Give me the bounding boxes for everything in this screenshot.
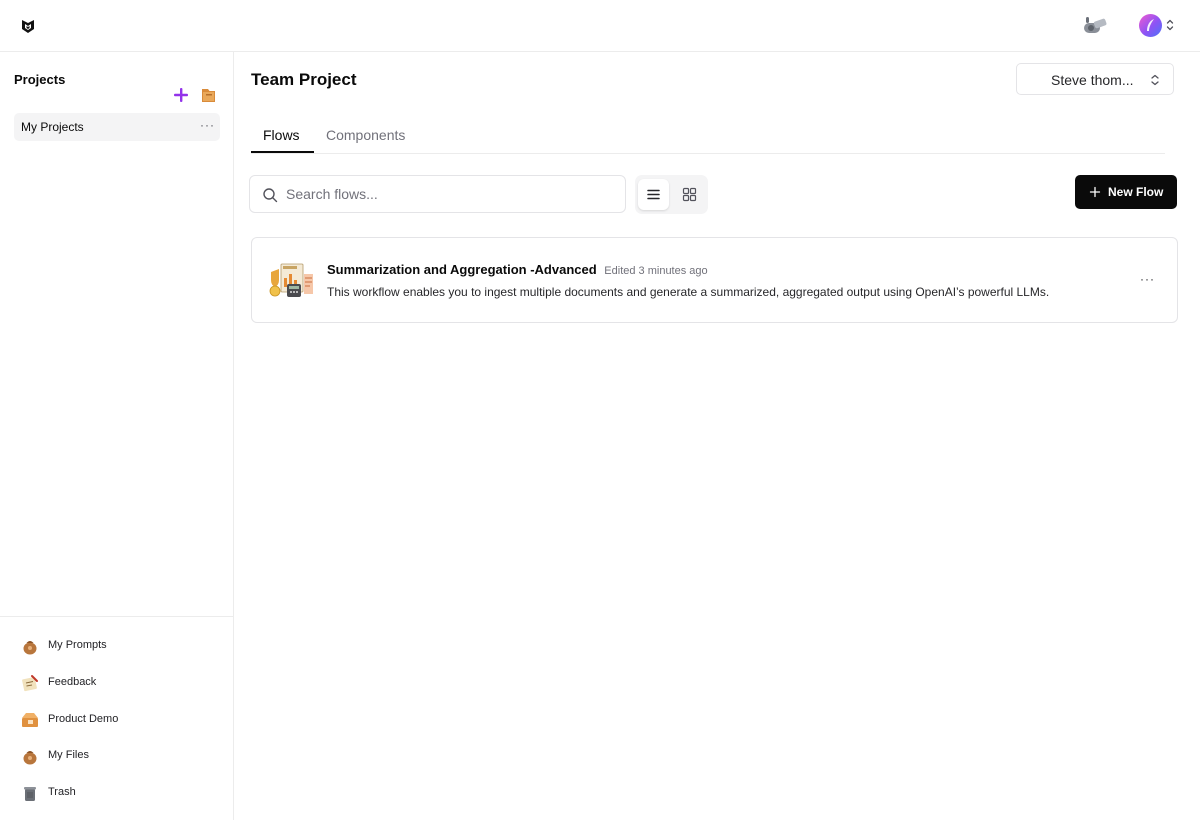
- nav-item-label: Trash: [48, 786, 76, 798]
- flow-title[interactable]: Summarization and Aggregation -Advanced: [327, 262, 597, 277]
- feedback-notepad-icon: [22, 675, 38, 692]
- tab-bar: Flows Components: [251, 116, 1165, 154]
- top-bar: [0, 0, 1200, 52]
- main-content: Team Project Steve thom... Flows Compone…: [234, 52, 1200, 820]
- app-logo-icon[interactable]: [21, 18, 35, 34]
- sidebar: Projects My Projects ··· My Prompts Feed…: [0, 52, 234, 820]
- flow-thumbnail-icon: [269, 263, 313, 297]
- flow-options-menu[interactable]: ···: [1140, 272, 1155, 286]
- nav-item-label: Feedback: [48, 676, 97, 688]
- avatar-feather-icon: [1147, 19, 1154, 31]
- nav-item-my-prompts[interactable]: My Prompts: [20, 635, 220, 657]
- nav-item-label: Product Demo: [48, 713, 119, 725]
- nav-item-trash[interactable]: Trash: [20, 782, 220, 804]
- flow-card[interactable]: Summarization and Aggregation -Advanced …: [251, 237, 1178, 323]
- flow-title-row: Summarization and Aggregation -Advanced …: [327, 262, 708, 277]
- project-options-menu[interactable]: ···: [200, 118, 215, 132]
- chevron-up-down-icon[interactable]: [1165, 18, 1175, 32]
- grid-view-button[interactable]: [674, 179, 705, 210]
- list-view-button[interactable]: [638, 179, 669, 210]
- page-title: Team Project: [251, 70, 357, 89]
- search-input[interactable]: [286, 184, 606, 204]
- user-selector-dropdown[interactable]: Steve thom...: [1016, 63, 1174, 95]
- sidebar-item-label: My Projects: [21, 120, 84, 134]
- chevron-up-down-icon: [1151, 74, 1159, 86]
- files-bag-icon: [23, 751, 37, 765]
- user-selector-value: Steve thom...: [1051, 72, 1134, 88]
- upload-folder-icon[interactable]: [200, 86, 217, 104]
- nav-item-label: My Files: [48, 749, 89, 761]
- new-flow-label: New Flow: [1108, 185, 1164, 199]
- whistle-icon[interactable]: [1082, 14, 1108, 36]
- prompts-bag-icon: [23, 641, 37, 655]
- nav-item-my-files[interactable]: My Files: [20, 745, 220, 767]
- demo-box-icon: [22, 713, 38, 727]
- grid-icon: [682, 187, 697, 202]
- trash-icon: [24, 787, 36, 801]
- tab-flows[interactable]: Flows: [263, 127, 300, 143]
- add-project-plus-icon[interactable]: [172, 86, 190, 104]
- plus-icon: [1089, 186, 1101, 198]
- flow-edited-time: Edited 3 minutes ago: [604, 265, 708, 277]
- sidebar-item-my-projects[interactable]: My Projects ···: [14, 113, 220, 141]
- new-flow-button[interactable]: New Flow: [1075, 175, 1177, 209]
- active-tab-indicator: [251, 151, 314, 153]
- search-icon: [263, 188, 278, 203]
- view-mode-toggle: [635, 175, 708, 214]
- search-box[interactable]: [249, 175, 626, 213]
- sidebar-bottom-nav: My Prompts Feedback Product Demo My File…: [0, 616, 233, 820]
- list-icon: [647, 189, 660, 200]
- nav-item-label: My Prompts: [48, 639, 107, 651]
- nav-item-product-demo[interactable]: Product Demo: [20, 709, 220, 731]
- nav-item-feedback[interactable]: Feedback: [20, 672, 220, 694]
- user-avatar[interactable]: [1139, 14, 1162, 37]
- sidebar-title: Projects: [14, 72, 66, 87]
- flow-description: This workflow enables you to ingest mult…: [327, 285, 1050, 299]
- tab-components[interactable]: Components: [326, 127, 405, 143]
